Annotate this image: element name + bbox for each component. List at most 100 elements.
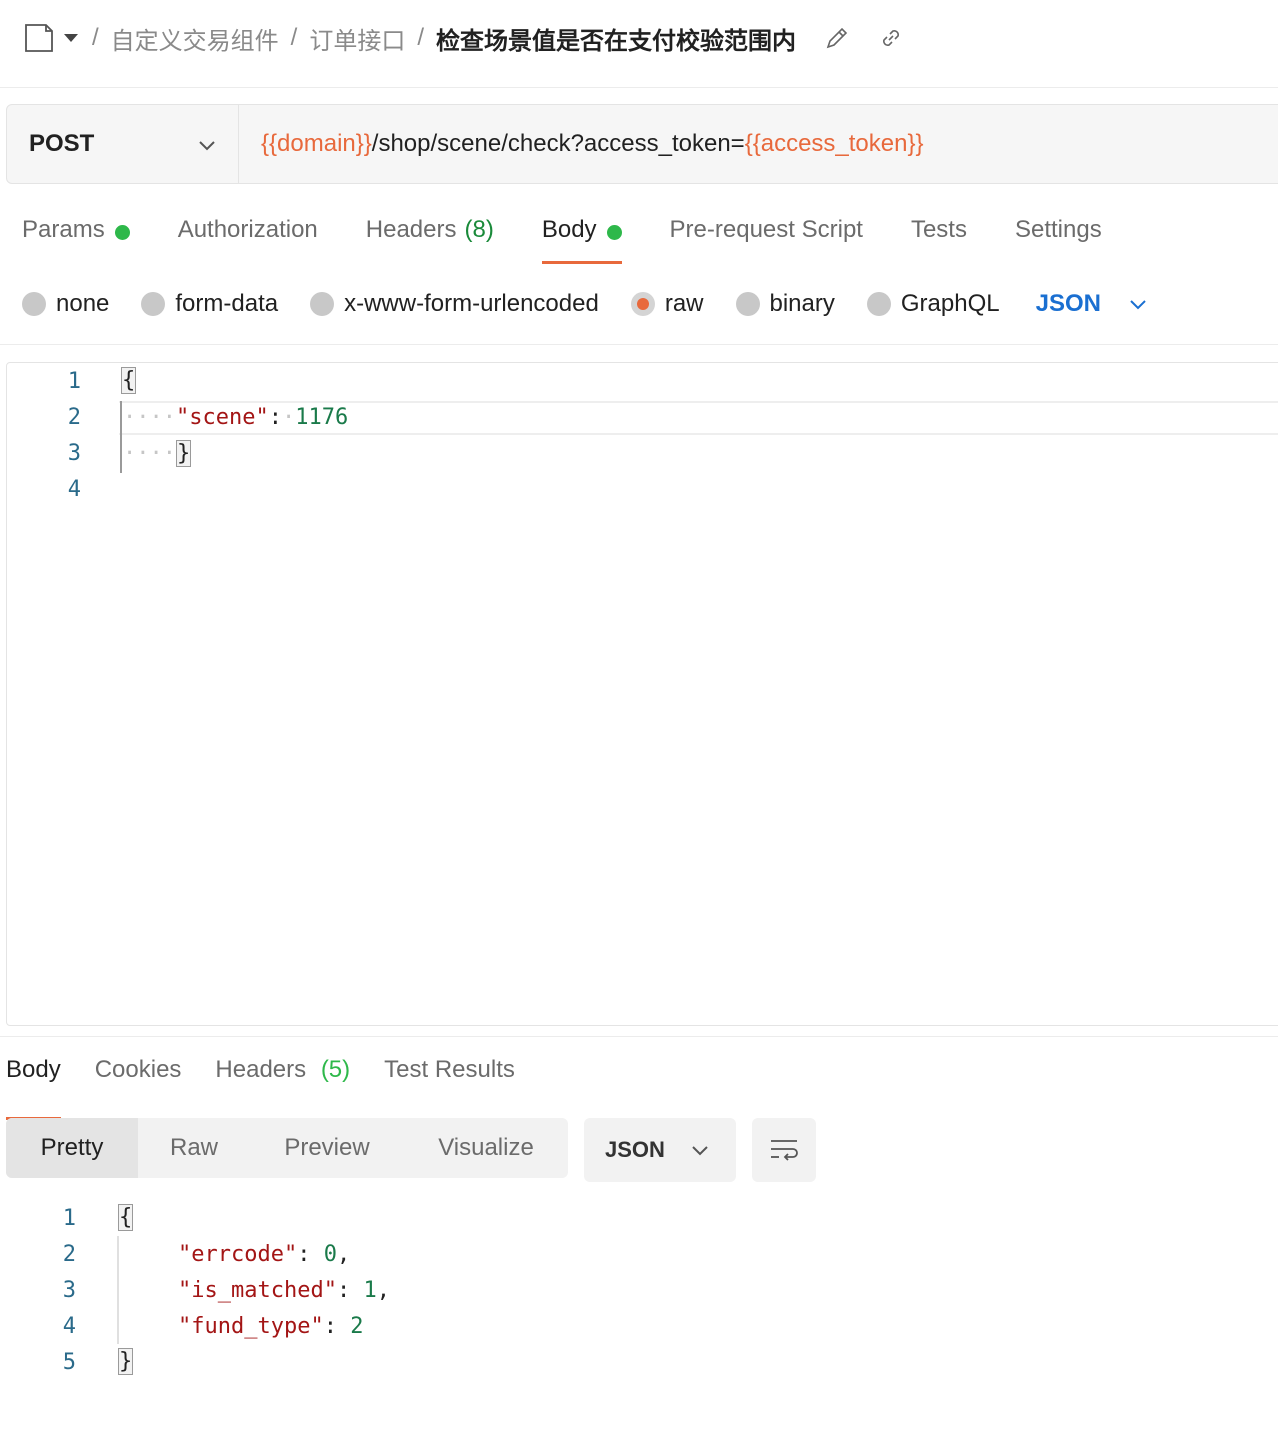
chevron-down-icon: [199, 141, 215, 151]
radio-button[interactable]: [141, 292, 166, 316]
response-body-viewer[interactable]: 1 2 3 4 5 { "errcode": 0, "is_matched": …: [0, 1200, 1278, 1400]
json-comma: ,: [336, 1242, 351, 1267]
whitespace-dot: ·: [281, 405, 296, 430]
tab-settings[interactable]: Settings: [1015, 210, 1102, 254]
line-number: 3: [62, 1278, 76, 1303]
line-number: 3: [67, 441, 81, 466]
url-bar: POST {{domain}} /shop/scene/check?access…: [6, 104, 1278, 184]
open-brace: {: [121, 367, 137, 394]
close-brace: }: [118, 1348, 134, 1375]
code-line: ····}: [123, 440, 192, 467]
indent-guide: [117, 1236, 119, 1344]
json-value: 1176: [295, 405, 349, 430]
tab-count: (5): [320, 1056, 351, 1083]
view-preview[interactable]: Preview: [250, 1118, 404, 1178]
tab-tests[interactable]: Tests: [911, 210, 967, 254]
wrap-lines-button[interactable]: [752, 1118, 816, 1182]
radio-button-checked[interactable]: [630, 292, 655, 316]
line-number: 2: [67, 405, 81, 430]
code-line: "fund_type": 2: [178, 1314, 363, 1339]
status-dot: [114, 225, 130, 240]
tab-authorization[interactable]: Authorization: [178, 210, 318, 254]
tab-label: Cookies: [94, 1056, 182, 1083]
radio-button[interactable]: [310, 292, 335, 316]
request-name[interactable]: 检查场景值是否在支付校验范围内: [436, 21, 796, 56]
breadcrumb-item-folder[interactable]: 订单接口: [309, 21, 405, 56]
radio-none[interactable]: none: [22, 290, 109, 318]
tab-label: Params: [22, 216, 105, 243]
document-icon[interactable]: [24, 23, 54, 53]
view-visualize[interactable]: Visualize: [404, 1118, 568, 1178]
radio-graphql[interactable]: GraphQL: [866, 290, 1000, 318]
json-key: "fund_type": [178, 1314, 324, 1339]
json-value: 1: [363, 1278, 377, 1303]
caret-down-icon[interactable]: [62, 29, 80, 47]
tab-count: (8): [464, 216, 494, 243]
url-path: /shop/scene/check?access_token=: [371, 130, 745, 157]
request-header: / 自定义交易组件 / 订单接口 / 检查场景值是否在支付校验范围内: [0, 0, 1278, 88]
radio-label: binary: [769, 290, 835, 317]
breadcrumb-separator: /: [92, 24, 99, 51]
tab-test-results[interactable]: Test Results: [384, 1050, 515, 1102]
tab-body[interactable]: Body: [541, 210, 622, 264]
line-number: 1: [67, 369, 81, 394]
radio-form-data[interactable]: form-data: [141, 290, 278, 318]
json-colon: :: [268, 405, 282, 430]
whitespace-dots: ····: [123, 405, 176, 430]
breadcrumb-item-collection[interactable]: 自定义交易组件: [111, 21, 279, 56]
body-language-select[interactable]: JSON: [1036, 290, 1149, 318]
request-tabs: Params Authorization Headers (8) Body Pr…: [22, 210, 1150, 266]
response-tabs: Body Cookies Headers (5) Test Results: [6, 1050, 549, 1120]
radio-raw[interactable]: raw: [630, 290, 704, 318]
line-number: 1: [62, 1206, 76, 1231]
wrap-lines-icon: [771, 1140, 798, 1161]
request-body-editor[interactable]: 1 2 3 4 { ····"scene":·1176 ····}: [6, 362, 1278, 1026]
divider: [0, 344, 1278, 345]
tab-headers[interactable]: Headers (8): [366, 210, 494, 254]
breadcrumb: / 自定义交易组件 / 订单接口 / 检查场景值是否在支付校验范围内: [24, 18, 904, 58]
radio-button[interactable]: [866, 292, 891, 316]
status-dot: [606, 225, 622, 240]
tab-cookies[interactable]: Cookies: [95, 1050, 182, 1102]
method-select[interactable]: POST: [7, 105, 239, 183]
close-brace: }: [175, 440, 192, 467]
radio-x-www-form-urlencoded[interactable]: x-www-form-urlencoded: [310, 290, 599, 318]
view-raw[interactable]: Raw: [138, 1118, 250, 1178]
line-number: 4: [67, 477, 81, 502]
tab-params[interactable]: Params: [22, 210, 130, 254]
tab-label: Authorization: [177, 216, 318, 243]
code-line: ····"scene":·1176: [123, 405, 348, 430]
url-input[interactable]: {{domain}} /shop/scene/check?access_toke…: [239, 105, 1278, 183]
json-colon: :: [336, 1278, 364, 1303]
tab-label: Body: [541, 216, 597, 243]
code-line: "errcode": 0,: [178, 1242, 350, 1267]
url-variable-access-token: {{access_token}}: [744, 130, 924, 157]
radio-label: none: [56, 290, 110, 317]
view-pretty[interactable]: Pretty: [6, 1118, 138, 1178]
radio-button[interactable]: [735, 292, 760, 316]
line-number: 4: [62, 1314, 76, 1339]
radio-button[interactable]: [22, 292, 46, 316]
chevron-down-icon: [692, 1146, 708, 1156]
line-number: 2: [62, 1242, 76, 1267]
radio-binary[interactable]: binary: [735, 290, 835, 318]
json-value: 0: [323, 1242, 337, 1267]
chevron-down-icon: [1130, 300, 1146, 310]
tab-label: Headers: [215, 1056, 307, 1083]
response-format-label: JSON: [605, 1137, 665, 1162]
json-value: 2: [350, 1314, 364, 1339]
json-comma: ,: [376, 1278, 390, 1303]
tab-label: Tests: [910, 216, 967, 243]
json-key: "is_matched": [178, 1278, 337, 1303]
tab-response-body[interactable]: Body: [6, 1050, 61, 1120]
tab-pre-request-script[interactable]: Pre-request Script: [670, 210, 863, 254]
tab-response-headers[interactable]: Headers (5): [215, 1050, 350, 1102]
tab-label: Settings: [1014, 216, 1102, 243]
pencil-icon[interactable]: [824, 25, 850, 51]
link-icon[interactable]: [878, 25, 904, 51]
response-format-select[interactable]: JSON: [584, 1118, 736, 1182]
radio-label: form-data: [175, 290, 279, 317]
method-label: POST: [29, 130, 95, 157]
json-colon: :: [323, 1314, 351, 1339]
divider: [0, 1036, 1278, 1037]
